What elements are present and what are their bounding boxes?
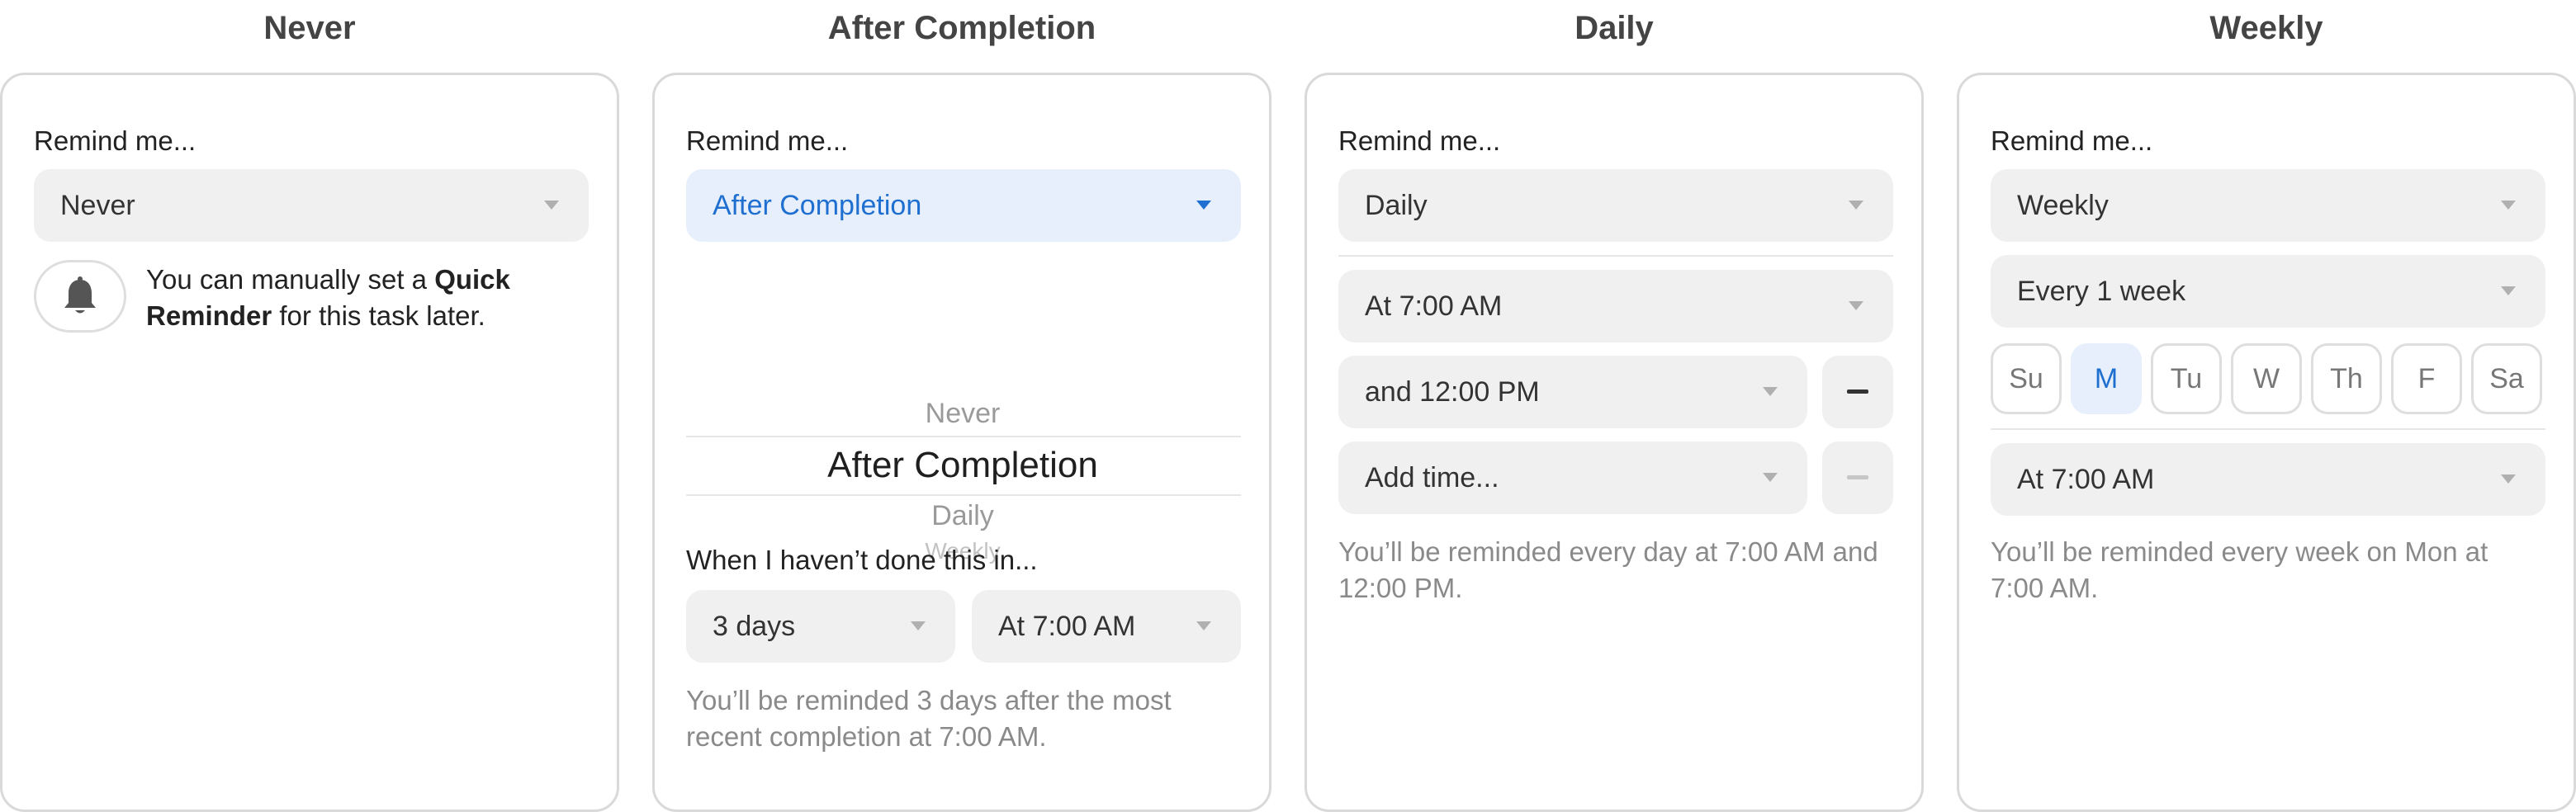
- remind-select-value: Never: [60, 190, 135, 221]
- when-label: When I haven’t done this in...: [686, 545, 1038, 575]
- caret-down-icon: [1849, 201, 1863, 210]
- panel-never: Remind me... Never You can manually set …: [0, 73, 619, 812]
- remind-select-value: Weekly: [2017, 190, 2109, 221]
- quick-reminder-button[interactable]: [34, 260, 126, 333]
- caret-down-icon: [2501, 201, 2516, 210]
- minus-icon: [1847, 475, 1868, 479]
- remind-label: Remind me...: [1338, 125, 1501, 156]
- section-divider: [1991, 428, 2545, 430]
- remind-select-value: After Completion: [713, 190, 922, 221]
- section-divider: [1338, 255, 1893, 257]
- caret-down-icon: [1196, 621, 1211, 630]
- day-toggle-th[interactable]: Th: [2311, 343, 2382, 414]
- remind-select[interactable]: Weekly: [1991, 169, 2545, 242]
- remove-time-button[interactable]: [1822, 356, 1893, 428]
- wheel-divider-top: [686, 436, 1241, 437]
- panel-title-never: Never: [263, 10, 356, 46]
- caret-down-icon: [2501, 474, 2516, 484]
- reminder-note: You’ll be reminded 3 days after the most…: [686, 685, 1172, 752]
- time-select-value: At 7:00 AM: [2017, 464, 2155, 495]
- picker-wheel[interactable]: Never After Completion Daily Weekly: [686, 323, 1241, 564]
- panel-weekly: Remind me... Weekly Every 1 week Su M Tu…: [1957, 73, 2576, 812]
- remind-label: Remind me...: [1991, 125, 2153, 156]
- days-select-value: 3 days: [713, 611, 796, 642]
- time-select-2[interactable]: and 12:00 PM: [1338, 356, 1807, 428]
- time-select-value: and 12:00 PM: [1365, 376, 1540, 408]
- remind-select[interactable]: Never: [34, 169, 589, 242]
- hint-bold-quick: Quick: [434, 264, 510, 295]
- reminder-note: You’ll be reminded every day at 7:00 AM …: [1338, 536, 1878, 603]
- remind-label: Remind me...: [34, 125, 197, 156]
- panel-title-daily: Daily: [1574, 10, 1654, 46]
- day-toggle-sa[interactable]: Sa: [2471, 343, 2542, 414]
- remind-select[interactable]: Daily: [1338, 169, 1893, 242]
- add-time-select[interactable]: Add time...: [1338, 441, 1807, 514]
- panel-after-completion: Remind me... After Completion Never Afte…: [652, 73, 1271, 812]
- time-select-value: At 7:00 AM: [1365, 290, 1503, 322]
- panel-title-weekly: Weekly: [2209, 10, 2323, 46]
- interval-select-value: Every 1 week: [2017, 276, 2186, 307]
- remind-label: Remind me...: [686, 125, 849, 156]
- bell-icon: [64, 276, 96, 314]
- time-select[interactable]: At 7:00 AM: [972, 590, 1241, 663]
- time-select[interactable]: At 7:00 AM: [1991, 443, 2545, 516]
- panel-title-after-completion: After Completion: [827, 10, 1096, 46]
- wheel-option-daily[interactable]: Daily: [686, 498, 1239, 534]
- reminder-note: You’ll be reminded every week on Mon at …: [1991, 536, 2488, 603]
- wheel-divider-bottom: [686, 494, 1241, 496]
- caret-down-icon: [911, 621, 926, 630]
- day-toggle-tu[interactable]: Tu: [2151, 343, 2222, 414]
- days-select[interactable]: 3 days: [686, 590, 955, 663]
- remove-time-button-disabled[interactable]: [1822, 441, 1893, 514]
- wheel-option-never[interactable]: Never: [686, 397, 1239, 430]
- quick-reminder-hint: You can manually set a Quick Reminder for…: [146, 264, 510, 331]
- panel-daily: Remind me... Daily At 7:00 AM and 12:00 …: [1305, 73, 1924, 812]
- day-toggle-m[interactable]: M: [2071, 343, 2142, 414]
- day-toggle-f[interactable]: F: [2391, 343, 2462, 414]
- day-toggle-su[interactable]: Su: [1991, 343, 2062, 414]
- caret-down-icon: [544, 201, 559, 210]
- caret-down-icon: [1763, 387, 1778, 396]
- day-toggle-w[interactable]: W: [2231, 343, 2302, 414]
- caret-down-icon: [1196, 201, 1211, 210]
- hint-bold-reminder: Reminder: [146, 300, 272, 331]
- wheel-option-after-completion[interactable]: After Completion: [686, 438, 1239, 493]
- minus-icon: [1847, 389, 1868, 394]
- caret-down-icon: [2501, 286, 2516, 295]
- remind-select[interactable]: After Completion: [686, 169, 1241, 242]
- add-time-value: Add time...: [1365, 462, 1499, 493]
- time-select-value: At 7:00 AM: [998, 611, 1136, 642]
- caret-down-icon: [1763, 473, 1778, 482]
- remind-select-value: Daily: [1365, 190, 1428, 221]
- interval-select[interactable]: Every 1 week: [1991, 255, 2545, 328]
- caret-down-icon: [1849, 301, 1863, 310]
- time-select-1[interactable]: At 7:00 AM: [1338, 270, 1893, 342]
